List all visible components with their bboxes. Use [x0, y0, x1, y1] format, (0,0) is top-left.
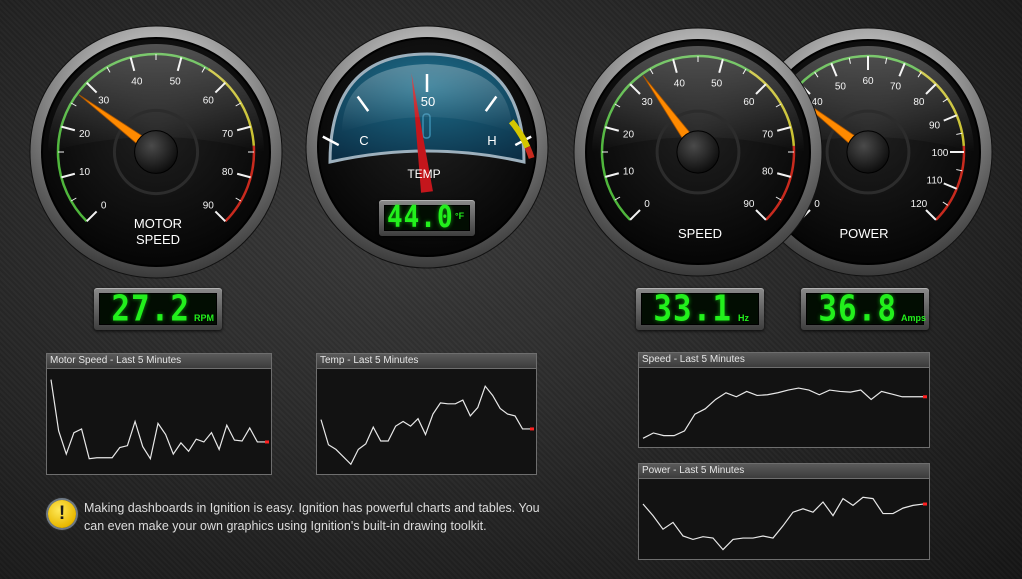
temp-trend-chart[interactable]: Temp - Last 5 Minutes — [316, 353, 537, 475]
power-trend-series-line — [642, 496, 924, 551]
speed-hub — [676, 130, 720, 174]
motor-speed-tick-label: 10 — [79, 167, 91, 178]
power-trend-current-marker — [923, 502, 927, 506]
speed-readout-value: 33.1 — [653, 288, 732, 330]
speed-trend-series-line — [642, 387, 923, 439]
temp-readout-value: 44.0 — [387, 200, 454, 236]
temp-label: TEMP — [407, 167, 441, 181]
temp-readout: 44.0 °F — [379, 200, 475, 236]
power-tick-label: 110 — [927, 176, 943, 187]
motor-speed-readout-value: 27.2 — [111, 288, 190, 330]
motor-speed-trend-title: Motor Speed - Last 5 Minutes — [47, 354, 271, 369]
speed-tick-label: 90 — [743, 199, 755, 210]
power-trend-title: Power - Last 5 Minutes — [639, 464, 929, 479]
speed-tick-label: 0 — [644, 199, 650, 210]
power-hub — [846, 130, 890, 174]
power-label: POWER — [839, 226, 889, 241]
temp-trend-series-line — [320, 384, 530, 466]
temp-mid-label: 50 — [420, 94, 436, 109]
temp-trend-title: Temp - Last 5 Minutes — [317, 354, 536, 369]
speed-readout-unit: Hz — [738, 313, 749, 323]
power-readout-value: 36.8 — [818, 288, 897, 330]
motor-speed-trend-current-marker — [265, 440, 269, 444]
motor-speed-tick-label: 90 — [203, 200, 215, 211]
motor-speed-trend-chart[interactable]: Motor Speed - Last 5 Minutes — [46, 353, 272, 475]
motor-speed-tick-label: 80 — [222, 167, 234, 178]
motor-speed-hub — [134, 130, 178, 174]
temp-trend-current-marker — [530, 427, 534, 431]
exclamation-icon: ! — [48, 500, 76, 528]
temp-readout-unit: °F — [455, 211, 465, 221]
temp-trend-plot — [320, 384, 534, 466]
motor-speed-label-line1: MOTOR — [133, 216, 183, 231]
speed-trend-chart[interactable]: Speed - Last 5 Minutes — [638, 352, 930, 448]
power-trend-plot — [642, 496, 927, 551]
motor-speed-label: MOTOR SPEED — [106, 216, 210, 248]
power-tick-label: 100 — [932, 148, 949, 159]
speed-tick-label: 10 — [623, 167, 635, 178]
speed-trend-plot — [642, 387, 927, 439]
power-trend-chart[interactable]: Power - Last 5 Minutes — [638, 463, 930, 560]
speed-label: SPEED — [677, 226, 723, 241]
power-readout-unit: Amps — [901, 313, 927, 323]
power-readout: 36.8 Amps — [801, 288, 929, 330]
speed-readout: 33.1 Hz — [636, 288, 764, 330]
motor-speed-trend-series-line — [50, 379, 265, 461]
motor-speed-tick-label: 0 — [101, 200, 107, 211]
speed-trend-title: Speed - Last 5 Minutes — [639, 353, 929, 368]
temp-zone-danger — [524, 146, 535, 159]
motor-speed-trend-plot — [50, 379, 269, 461]
speed-gauge: 0102030405060708090 — [573, 27, 823, 277]
power-tick-label: 120 — [911, 199, 928, 210]
info-message: Making dashboards in Ignition is easy. I… — [84, 501, 540, 533]
temp-cold-label: C — [359, 133, 369, 148]
motor-speed-readout: 27.2 RPM — [94, 288, 222, 330]
motor-speed-readout-unit: RPM — [194, 313, 214, 323]
speed-trend-current-marker — [923, 395, 927, 399]
speed-tick-label: 80 — [762, 167, 774, 178]
temp-hot-label: H — [487, 133, 497, 148]
motor-speed-label-line2: SPEED — [135, 232, 181, 247]
